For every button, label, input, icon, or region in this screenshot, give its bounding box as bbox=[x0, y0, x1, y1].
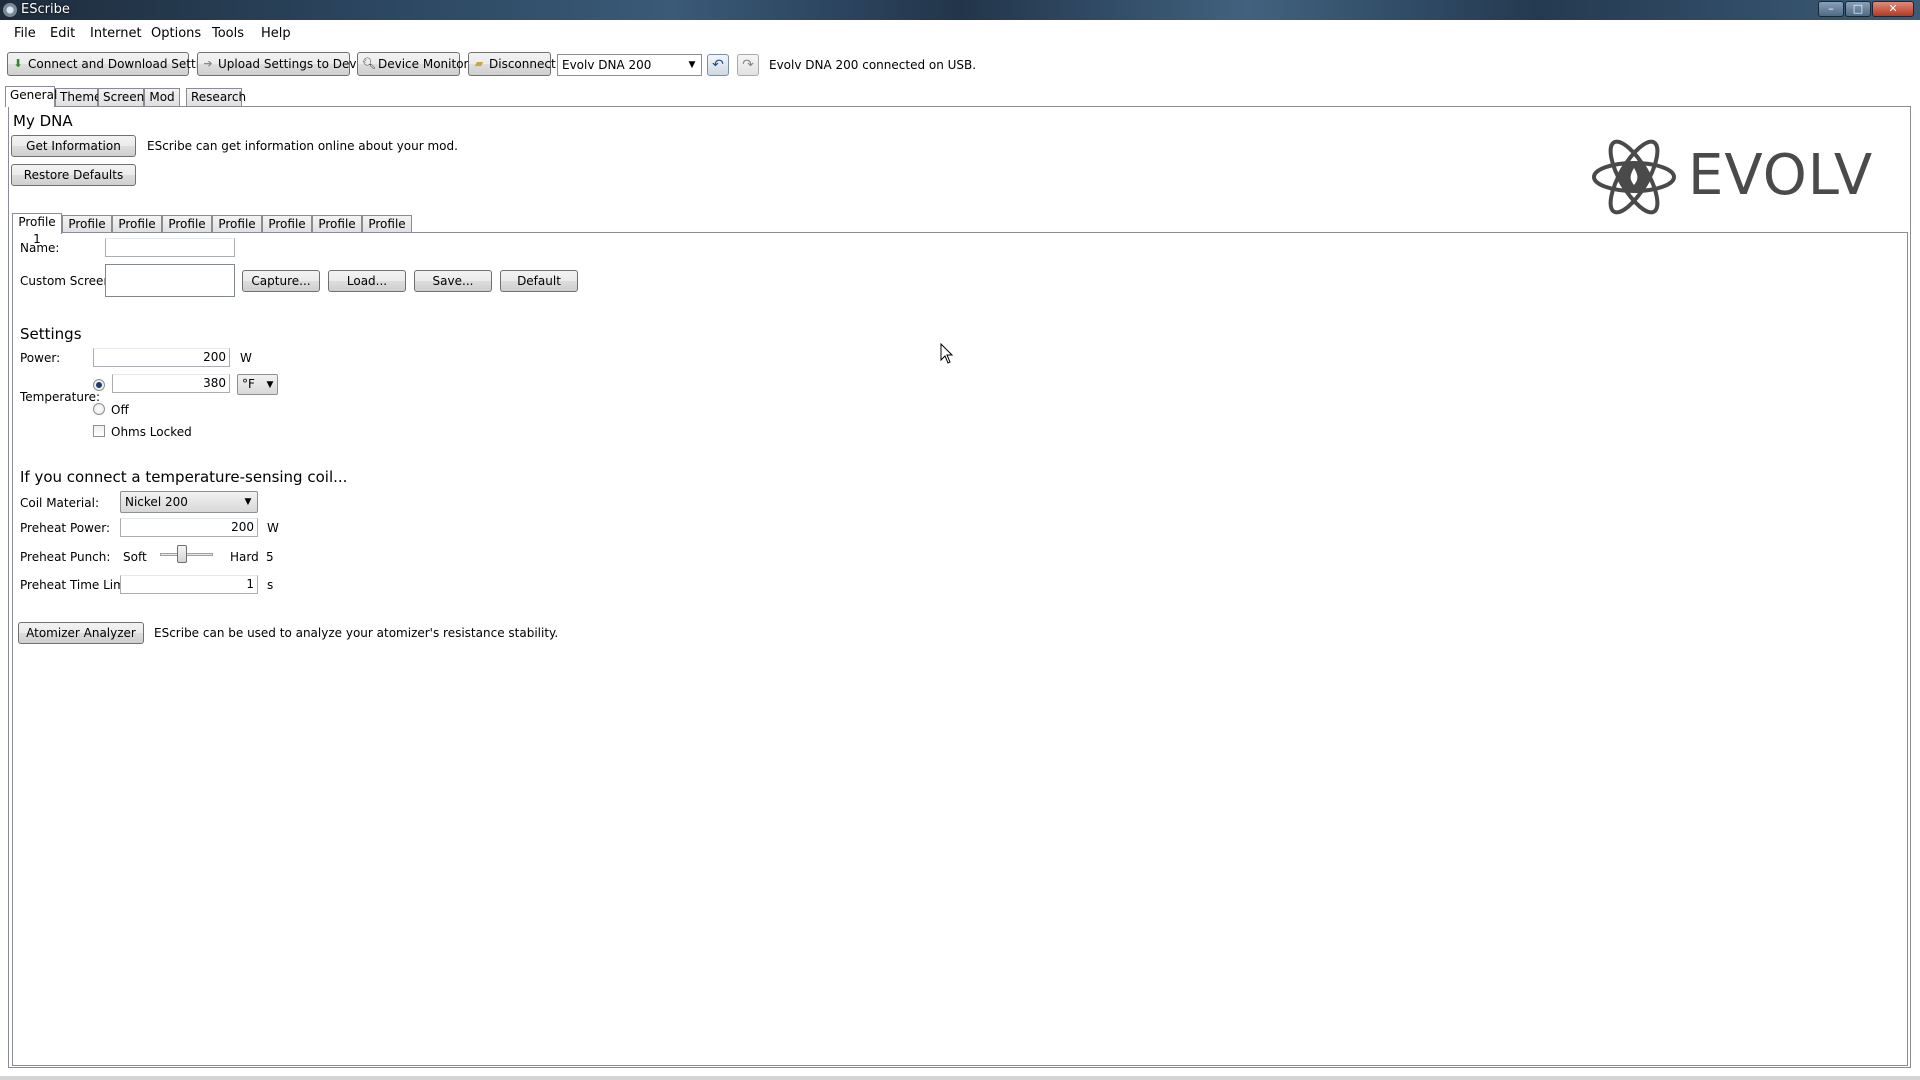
disconnect-button[interactable]: ▰ Disconnect bbox=[468, 52, 556, 76]
menu-options[interactable]: Options bbox=[151, 26, 201, 41]
device-select-value: Evolv DNA 200 bbox=[562, 58, 652, 72]
preheat-time-input[interactable]: 1 bbox=[120, 575, 258, 594]
preheat-time-unit: s bbox=[267, 578, 274, 592]
device-monitor-button[interactable]: 🔍︎ Device Monitor bbox=[357, 52, 468, 76]
settings-heading: Settings bbox=[20, 325, 82, 343]
load-button[interactable]: Load... bbox=[328, 270, 406, 292]
custom-screen-preview bbox=[105, 264, 235, 297]
power-label: Power: bbox=[20, 351, 61, 365]
close-button[interactable]: ✕ bbox=[1872, 1, 1914, 17]
title-bar[interactable]: EScribe – □ ✕ bbox=[0, 0, 1920, 20]
preheat-power-label: Preheat Power: bbox=[20, 521, 111, 535]
tab-mod[interactable]: Mod bbox=[144, 88, 180, 107]
device-select[interactable]: Evolv DNA 200 ▼ bbox=[557, 54, 702, 76]
off-label: Off bbox=[111, 403, 129, 417]
preheat-punch-slider-thumb[interactable] bbox=[177, 545, 187, 563]
minimize-button[interactable]: – bbox=[1818, 1, 1844, 17]
toolbar: ⬇ Connect and Download Settings ➔ Upload… bbox=[0, 48, 1920, 82]
atomizer-analyzer-button[interactable]: Atomizer Analyzer bbox=[18, 622, 144, 644]
profile-panel bbox=[12, 232, 1908, 1066]
menu-file[interactable]: File bbox=[14, 26, 36, 41]
power-input[interactable]: 200 bbox=[93, 348, 230, 367]
tab-research[interactable]: Research bbox=[186, 88, 246, 107]
evolv-logo: EVOLV bbox=[1592, 133, 1882, 225]
plug-icon: ▰ bbox=[474, 57, 484, 70]
capture-button[interactable]: Capture... bbox=[242, 270, 320, 292]
name-input[interactable] bbox=[105, 238, 235, 257]
off-radio[interactable] bbox=[93, 403, 105, 415]
punch-hard-label: Hard bbox=[230, 550, 259, 564]
upload-settings-label: Upload Settings to Device bbox=[218, 57, 374, 71]
disconnect-label: Disconnect bbox=[489, 57, 556, 71]
maximize-button[interactable]: □ bbox=[1845, 1, 1871, 17]
tab-general[interactable]: General bbox=[5, 86, 57, 107]
connect-download-button[interactable]: ⬇ Connect and Download Settings bbox=[7, 52, 221, 76]
download-arrow-icon: ⬇ bbox=[13, 57, 23, 70]
chevron-down-icon: ▼ bbox=[266, 380, 274, 390]
preheat-power-unit: W bbox=[267, 521, 279, 535]
restore-defaults-button[interactable]: Restore Defaults bbox=[11, 164, 136, 186]
tab-screen[interactable]: Screen bbox=[98, 88, 144, 107]
app-icon bbox=[3, 3, 17, 17]
menu-internet[interactable]: Internet bbox=[90, 26, 142, 41]
chevron-down-icon: ▼ bbox=[244, 497, 252, 507]
redo-button[interactable]: ↷ bbox=[737, 54, 759, 76]
upload-arrow-icon: ➔ bbox=[203, 57, 213, 70]
coil-material-select[interactable]: Nickel 200 ▼ bbox=[120, 491, 258, 513]
coil-heading: If you connect a temperature-sensing coi… bbox=[20, 468, 348, 486]
window-title: EScribe bbox=[21, 2, 70, 17]
mouse-cursor-icon bbox=[940, 343, 954, 364]
get-information-button[interactable]: Get Information bbox=[11, 135, 136, 157]
coil-material-label: Coil Material: bbox=[20, 496, 99, 510]
taskbar-edge bbox=[0, 1076, 1920, 1080]
coil-material-value: Nickel 200 bbox=[125, 495, 188, 509]
upload-settings-button[interactable]: ➔ Upload Settings to Device bbox=[197, 52, 374, 76]
power-unit: W bbox=[240, 351, 252, 365]
default-button[interactable]: Default bbox=[500, 270, 578, 292]
preheat-power-input[interactable]: 200 bbox=[120, 518, 258, 537]
menu-bar: File Edit Internet Options Tools Help bbox=[0, 20, 1920, 46]
my-dna-heading: My DNA bbox=[13, 112, 73, 130]
connect-download-label: Connect and Download Settings bbox=[28, 57, 221, 71]
tab-profile-1[interactable]: Profile 1 bbox=[12, 213, 62, 246]
atomizer-analyzer-description: EScribe can be used to analyze your atom… bbox=[154, 626, 559, 640]
connection-status: Evolv DNA 200 connected on USB. bbox=[769, 58, 977, 72]
menu-tools[interactable]: Tools bbox=[212, 26, 244, 41]
atom-logo-icon bbox=[1592, 139, 1676, 215]
menu-help[interactable]: Help bbox=[261, 26, 291, 41]
temperature-input[interactable]: 380 bbox=[112, 374, 230, 393]
punch-soft-label: Soft bbox=[123, 550, 147, 564]
logo-wordmark: EVOLV bbox=[1688, 143, 1874, 208]
tab-theme[interactable]: Theme bbox=[55, 88, 101, 107]
undo-button[interactable]: ↶ bbox=[707, 54, 729, 76]
save-button[interactable]: Save... bbox=[414, 270, 492, 292]
ohms-locked-label: Ohms Locked bbox=[111, 425, 192, 439]
temperature-radio[interactable] bbox=[93, 379, 105, 391]
undo-icon: ↶ bbox=[712, 57, 724, 73]
get-information-description: EScribe can get information online about… bbox=[147, 139, 458, 153]
redo-icon: ↷ bbox=[742, 57, 754, 73]
chevron-down-icon: ▼ bbox=[688, 60, 696, 70]
menu-edit[interactable]: Edit bbox=[50, 26, 75, 41]
ohms-locked-checkbox[interactable] bbox=[93, 425, 105, 437]
temperature-unit-select[interactable]: °F ▼ bbox=[237, 374, 278, 395]
temperature-label: Temperature: bbox=[20, 390, 101, 404]
punch-value: 5 bbox=[266, 550, 274, 564]
custom-screen-label: Custom Screen: bbox=[20, 274, 116, 288]
magnifier-icon: 🔍︎ bbox=[362, 57, 376, 70]
device-monitor-label: Device Monitor bbox=[378, 57, 469, 71]
temperature-unit-value: °F bbox=[242, 377, 255, 391]
preheat-punch-label: Preheat Punch: bbox=[20, 550, 111, 564]
